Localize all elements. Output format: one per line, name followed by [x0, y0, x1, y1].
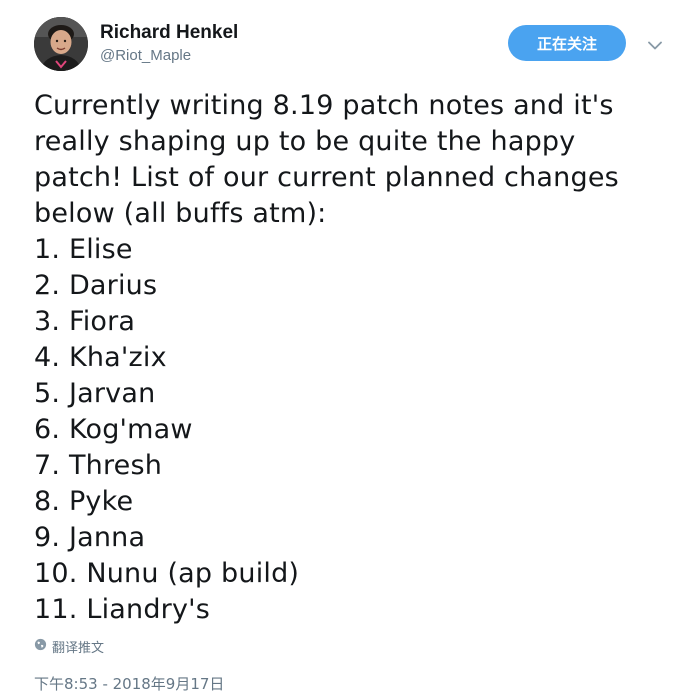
tweet-text: Currently writing 8.19 patch notes and i…	[34, 88, 664, 628]
list-item: 4. Kha'zix	[34, 342, 167, 373]
list-item: 10. Nunu (ap build)	[34, 558, 300, 589]
translate-label: 翻译推文	[52, 641, 105, 656]
author-handle[interactable]: @Riot_Maple	[100, 47, 191, 64]
author-name[interactable]: Richard Henkel	[100, 22, 238, 44]
tweet-card: Richard Henkel @Riot_Maple 正在关注 Currentl…	[0, 0, 690, 696]
globe-icon	[34, 638, 47, 655]
list-item: 8. Pyke	[34, 486, 134, 517]
tweet-line: below (all buffs atm):	[34, 198, 327, 229]
list-item: 11. Liandry's	[34, 594, 211, 625]
tweet-line: Currently writing 8.19 patch notes and i…	[34, 90, 614, 121]
list-item: 6. Kog'maw	[34, 414, 193, 445]
list-item: 5. Jarvan	[34, 378, 156, 409]
list-item: 2. Darius	[34, 270, 158, 301]
list-item: 7. Thresh	[34, 450, 163, 481]
tweet-line: really shaping up to be quite the happy	[34, 126, 576, 157]
list-item: 1. Elise	[34, 234, 133, 265]
chevron-down-icon[interactable]	[644, 34, 666, 56]
tweet-line: patch! List of our current planned chang…	[34, 162, 619, 193]
list-item: 9. Janna	[34, 522, 146, 553]
translate-tweet-link[interactable]: 翻译推文	[34, 637, 104, 656]
tweet-timestamp[interactable]: 下午8:53 - 2018年9月17日	[34, 673, 224, 694]
avatar[interactable]	[34, 17, 88, 71]
following-button[interactable]: 正在关注	[508, 25, 626, 61]
list-item: 3. Fiora	[34, 306, 136, 337]
